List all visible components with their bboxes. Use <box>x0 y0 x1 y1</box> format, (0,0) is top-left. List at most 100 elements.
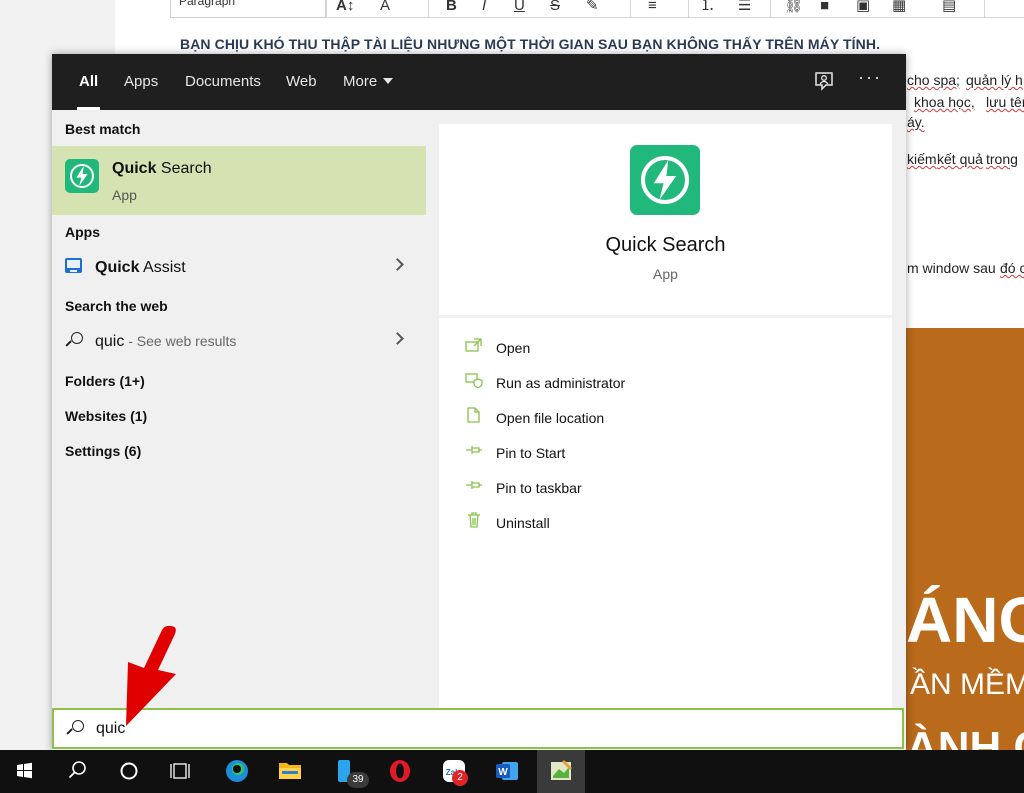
best-match-type: App <box>112 187 137 203</box>
document-text: kết quả <box>937 151 983 167</box>
chevron-right-icon[interactable] <box>391 332 404 345</box>
trash-icon <box>468 512 480 528</box>
cortana-button[interactable] <box>105 750 153 793</box>
result-quick-assist[interactable]: Quick Assist <box>52 250 426 286</box>
best-match-header: Best match <box>65 121 141 137</box>
bold-icon[interactable]: B <box>446 0 457 14</box>
phone-app-button[interactable]: 39 <box>320 750 369 793</box>
action-pin-to-start[interactable]: Pin to Start <box>463 438 883 468</box>
embed-icon[interactable]: ▤ <box>942 0 956 14</box>
tab-documents[interactable]: Documents <box>185 54 261 110</box>
banner-text: ẦN MỀM <box>910 668 1024 701</box>
notification-badge: 2 <box>452 770 468 786</box>
align-icon[interactable]: ≡ <box>648 0 657 14</box>
tab-apps[interactable]: Apps <box>124 54 158 110</box>
bullet-list-icon[interactable]: ☰ <box>738 0 751 14</box>
underline-icon[interactable]: U <box>514 0 525 14</box>
action-label: Open file location <box>496 410 605 426</box>
result-web-search[interactable]: quic - See web results <box>52 324 426 360</box>
detail-app-type: App <box>653 266 678 282</box>
search-scope-bar: All Apps Documents Web More ··· <box>52 54 906 110</box>
tab-all[interactable]: All <box>76 54 101 110</box>
document-banner-image: ÁNG ẦN MỀM ÀNH C <box>906 328 1024 750</box>
chevron-right-icon[interactable] <box>391 258 404 271</box>
action-label: Uninstall <box>496 515 550 531</box>
action-open[interactable]: Open <box>463 333 883 363</box>
document-text: quản lý h <box>966 72 1023 88</box>
task-view-icon <box>170 763 190 779</box>
highlight-icon[interactable]: ✎ <box>586 0 599 14</box>
link-icon[interactable]: ⛓ <box>784 0 803 14</box>
more-options-button[interactable]: ··· <box>858 68 882 92</box>
name-rest: Search <box>156 160 212 177</box>
document-text: khoa học, <box>914 94 975 110</box>
strikethrough-icon[interactable]: S <box>550 0 560 14</box>
taskbar-search-button[interactable] <box>52 750 100 793</box>
search-web-header: Search the web <box>65 298 168 314</box>
action-run-as-admin[interactable]: Run as administrator <box>463 368 883 398</box>
tab-more-label: More <box>343 73 378 90</box>
edge-button[interactable] <box>213 750 261 793</box>
detail-actions: Open Run as administrator Open file loca… <box>439 318 892 708</box>
action-label: Open <box>496 340 531 356</box>
editor-toolbar: Paragraph A↕ A B I U S ✎ ≡ ⒈ ☰ ⛓ ■ ▣ ▦ ▤ <box>170 0 1024 18</box>
action-pin-to-taskbar[interactable]: Pin to taskbar <box>463 473 883 503</box>
search-icon <box>64 331 84 351</box>
category-folders[interactable]: Folders (1+) <box>65 373 145 389</box>
word-icon: W <box>496 762 518 780</box>
action-label: Run as administrator <box>496 375 626 391</box>
taskbar: 39 Zalo 2 W <box>0 750 1024 793</box>
apps-header: Apps <box>65 224 100 240</box>
tab-more[interactable]: More <box>343 54 394 110</box>
pin-icon <box>466 481 482 489</box>
numbered-list-icon[interactable]: ⒈ <box>700 0 715 14</box>
best-match-quick-search[interactable]: Quick Search App <box>52 146 426 215</box>
image-icon[interactable]: ▣ <box>856 0 870 14</box>
lightning-bolt-icon <box>630 145 700 215</box>
table-icon[interactable]: ▦ <box>892 0 906 14</box>
document-text: kiếm <box>907 151 937 167</box>
svg-text:W: W <box>498 767 508 778</box>
name-rest: Assist <box>139 259 186 276</box>
document-text: lưu tên <box>986 94 1024 110</box>
results-list: Best match Quick Search App Apps Quick A… <box>52 110 426 710</box>
feedback-icon[interactable] <box>812 70 836 94</box>
paragraph-style-dropdown[interactable]: Paragraph <box>170 0 326 18</box>
tab-web[interactable]: Web <box>286 54 317 110</box>
quick-search-taskbar-button[interactable] <box>537 750 585 793</box>
pin-icon <box>466 446 482 454</box>
font-size-icon[interactable]: A↕ <box>336 0 354 14</box>
action-open-file-location[interactable]: Open file location <box>463 403 883 433</box>
opera-button[interactable] <box>376 750 424 793</box>
document-text: m window sau <box>907 260 996 276</box>
shield-icon <box>465 373 483 388</box>
web-result-text: quic - See web results <box>95 333 236 351</box>
start-search-panel: All Apps Documents Web More ··· Best mat… <box>52 54 906 750</box>
banner-text: ÀNH C <box>906 723 1024 750</box>
search-input[interactable] <box>96 716 886 742</box>
category-settings[interactable]: Settings (6) <box>65 443 141 459</box>
lightning-bolt-icon <box>65 159 99 193</box>
search-icon <box>65 719 85 739</box>
file-explorer-button[interactable] <box>266 750 314 793</box>
chevron-down-icon <box>383 78 394 84</box>
windows-start-button[interactable] <box>0 750 48 793</box>
task-view-button[interactable] <box>157 750 205 793</box>
zalo-button[interactable]: Zalo 2 <box>430 750 478 793</box>
media-icon[interactable]: ■ <box>820 0 829 14</box>
document-text: đó c <box>1000 260 1024 276</box>
cortana-icon <box>120 762 138 780</box>
search-icon <box>68 761 86 779</box>
word-button[interactable]: W <box>484 750 532 793</box>
action-uninstall[interactable]: Uninstall <box>463 508 883 538</box>
name-highlight: Quick <box>95 259 140 276</box>
search-box[interactable] <box>52 708 904 749</box>
best-match-name: Quick Search <box>112 160 212 178</box>
italic-icon[interactable]: I <box>482 0 486 14</box>
open-icon <box>465 338 482 352</box>
document-text: trong <box>986 151 1018 167</box>
font-color-icon[interactable]: A <box>380 0 390 14</box>
document-text: cho spa; <box>907 72 960 88</box>
paint-icon <box>551 759 573 780</box>
category-websites[interactable]: Websites (1) <box>65 408 147 424</box>
